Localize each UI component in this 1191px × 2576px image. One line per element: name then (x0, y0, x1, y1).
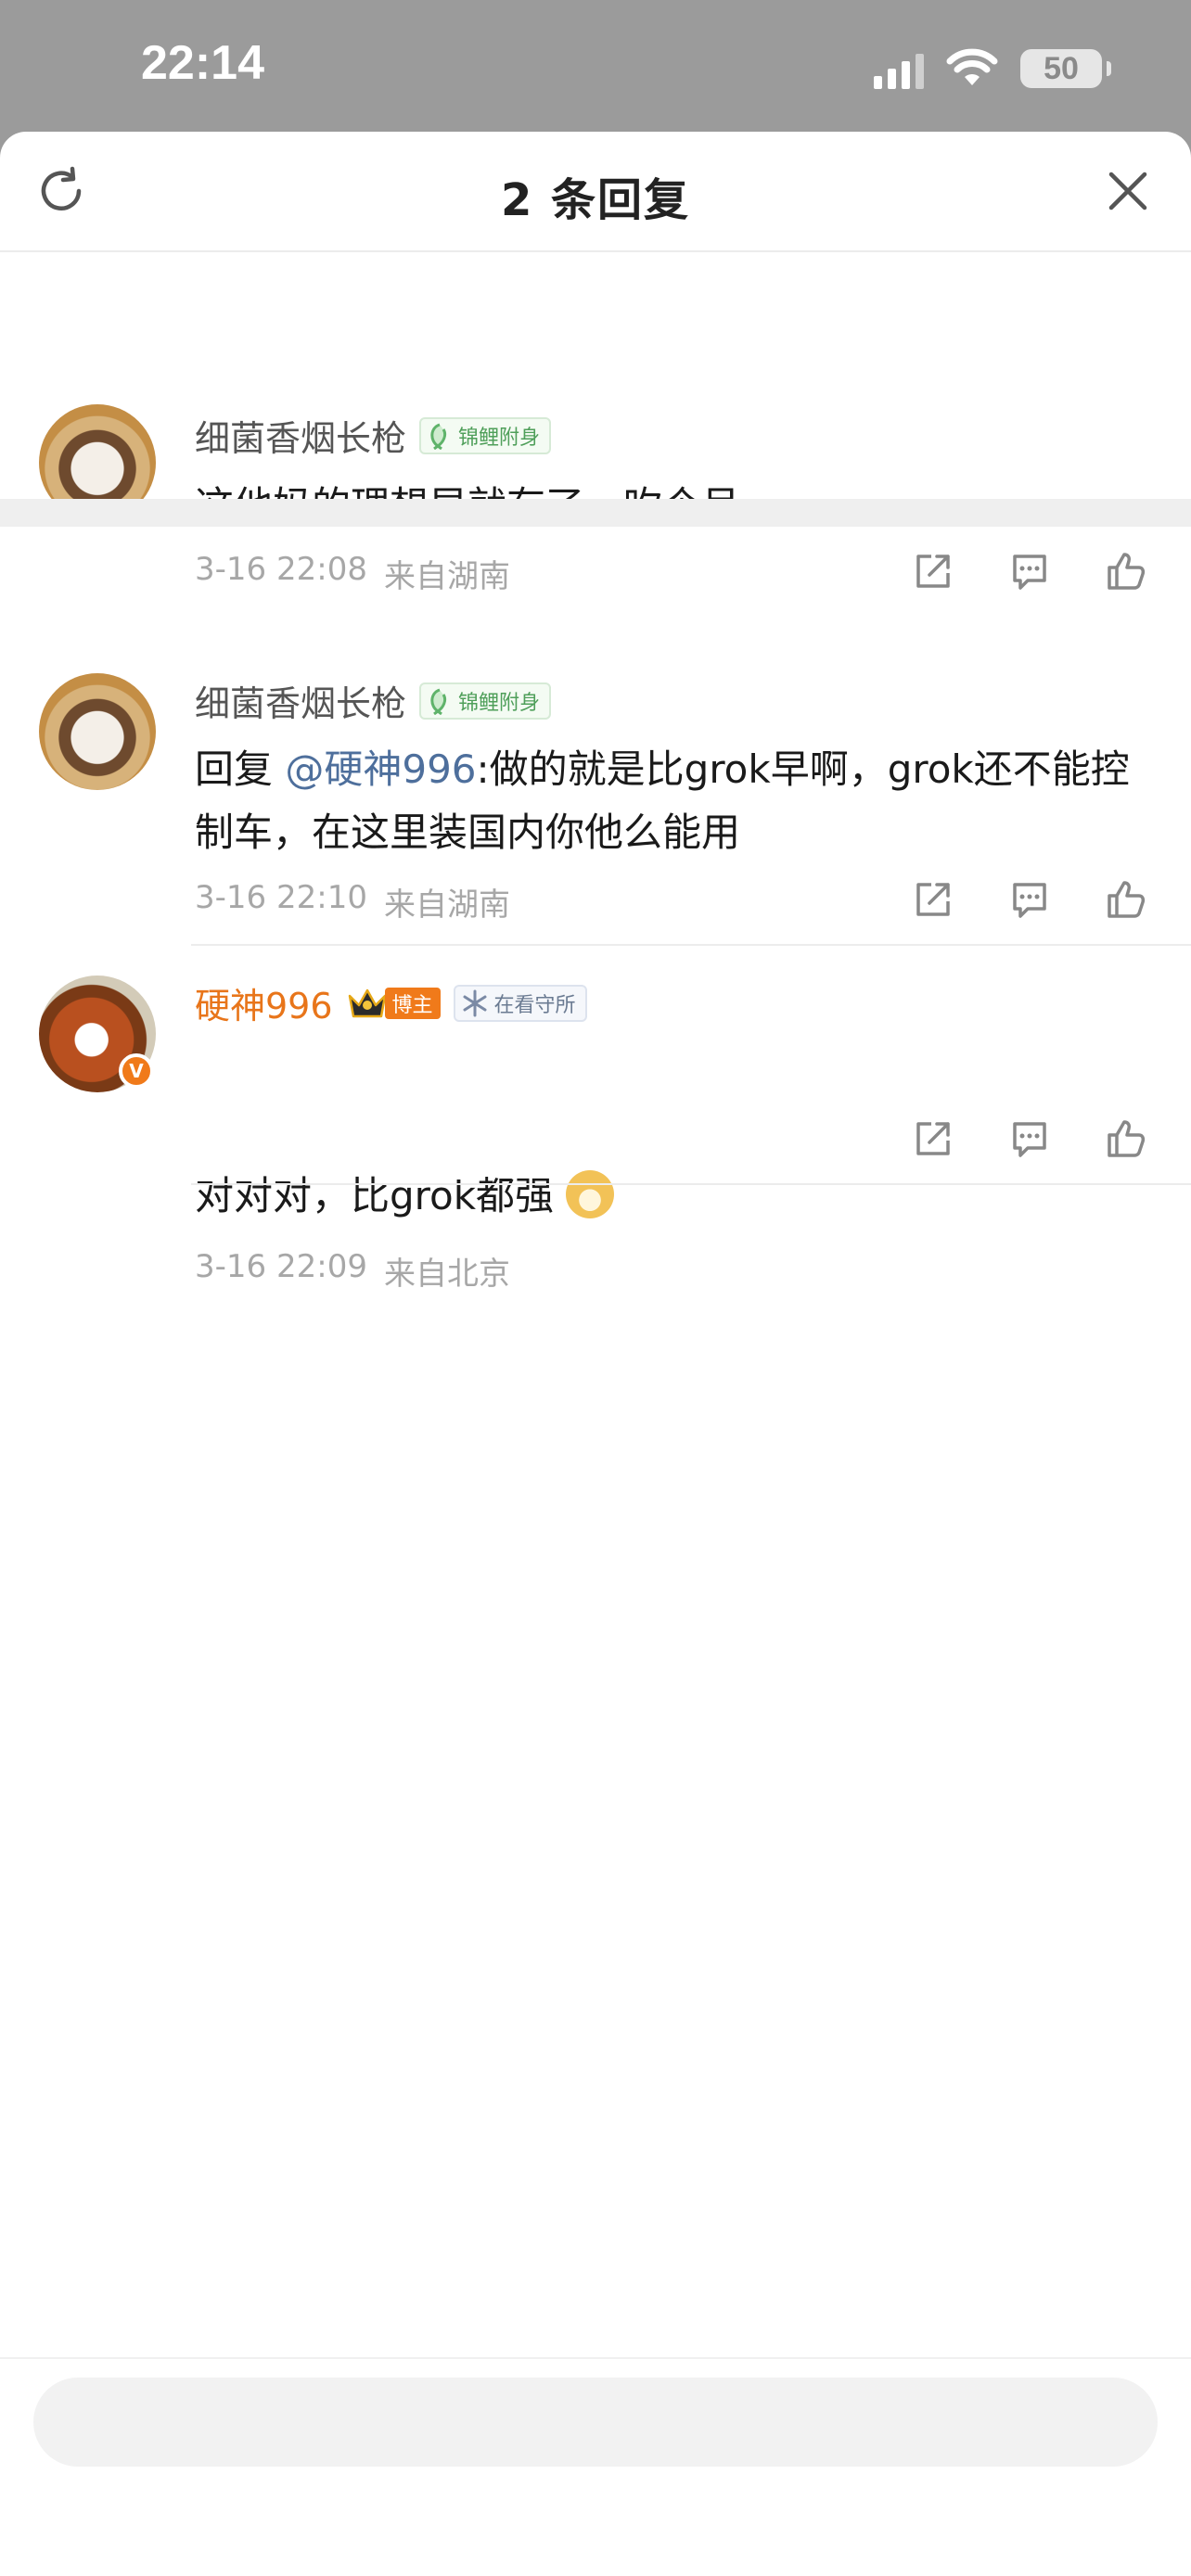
koi-icon (430, 688, 447, 715)
comment-location: 来自湖南 (383, 886, 510, 924)
share-icon[interactable] (911, 549, 955, 593)
like-icon[interactable] (1104, 549, 1148, 593)
comment-icon[interactable] (1007, 877, 1052, 922)
reply-prefix: 回复 (195, 746, 286, 792)
doge-emoji-icon (566, 1170, 615, 1218)
comment-text: 回复 @硬神996:做的就是比grok早啊，grok还不能控制车，在这里装国内你… (195, 738, 1154, 864)
battery-icon: 50 (1020, 49, 1111, 88)
comment-icon[interactable] (1007, 549, 1052, 593)
comment-date: 3-16 22:08 (195, 551, 367, 588)
row-divider (191, 1183, 1191, 1185)
meta-line: 3-16 22:10 来自湖南 (195, 879, 510, 925)
comment-location: 来自北京 (383, 1256, 510, 1293)
user-line: 细菌香烟长枪 锦鲤附身 (195, 410, 552, 461)
close-icon[interactable] (1102, 165, 1154, 217)
avatar[interactable] (39, 673, 156, 790)
user-line: 硬神996 博主 在看守所 (195, 977, 587, 1028)
fan-badge[interactable]: 在看守所 (453, 984, 587, 1022)
crown-icon (348, 988, 386, 1017)
username[interactable]: 硬神996 (195, 977, 333, 1028)
comment-text: 对对对，比grok都强 (195, 1165, 1154, 1228)
row-divider (191, 944, 1191, 946)
meta-line: 3-16 22:09 来自北京 (195, 1248, 510, 1294)
battery-level: 50 (1044, 50, 1079, 86)
username[interactable]: 细菌香烟长枪 (195, 410, 406, 461)
comment-date: 3-16 22:10 (195, 879, 367, 916)
replies-sheet: 2 条回复 细菌香烟长枪 锦鲤附身 这他妈的理想早就有了，吹个吊 3-16 22… (0, 132, 1191, 2576)
like-icon[interactable] (1104, 877, 1148, 922)
status-icons: 50 (874, 46, 1111, 91)
section-divider (0, 499, 1191, 527)
signal-icon (874, 48, 924, 89)
comment-body: 对对对，比grok都强 (195, 1173, 555, 1218)
koi-icon (430, 423, 447, 450)
sheet-title: 2 条回复 (500, 174, 691, 226)
koi-badge[interactable]: 锦鲤附身 (419, 416, 552, 454)
mention-link[interactable]: @硬神996 (285, 746, 476, 792)
blogger-badge: 博主 (346, 985, 441, 1022)
comment-actions (911, 1116, 1148, 1161)
share-icon[interactable] (911, 1116, 955, 1161)
share-icon[interactable] (911, 877, 955, 922)
comment-icon[interactable] (1007, 1116, 1052, 1161)
sheet-header: 2 条回复 (0, 132, 1191, 252)
bottom-input-area (0, 2357, 1191, 2576)
like-icon[interactable] (1104, 1116, 1148, 1161)
meta-line: 3-16 22:08 来自湖南 (195, 551, 510, 596)
status-time: 22:14 (141, 36, 264, 90)
comment-date: 3-16 22:09 (195, 1248, 367, 1285)
koi-badge[interactable]: 锦鲤附身 (419, 682, 552, 720)
reply-input[interactable] (33, 2378, 1158, 2467)
username[interactable]: 细菌香烟长枪 (195, 675, 406, 726)
user-line: 细菌香烟长枪 锦鲤附身 (195, 675, 552, 726)
snowflake-icon (463, 989, 487, 1016)
status-bar: 22:14 50 (0, 0, 1191, 132)
comment-actions (911, 877, 1148, 922)
wifi-icon (946, 48, 998, 85)
comment-actions (911, 549, 1148, 593)
comment-location: 来自湖南 (383, 558, 510, 595)
verified-icon: V (119, 1053, 154, 1089)
